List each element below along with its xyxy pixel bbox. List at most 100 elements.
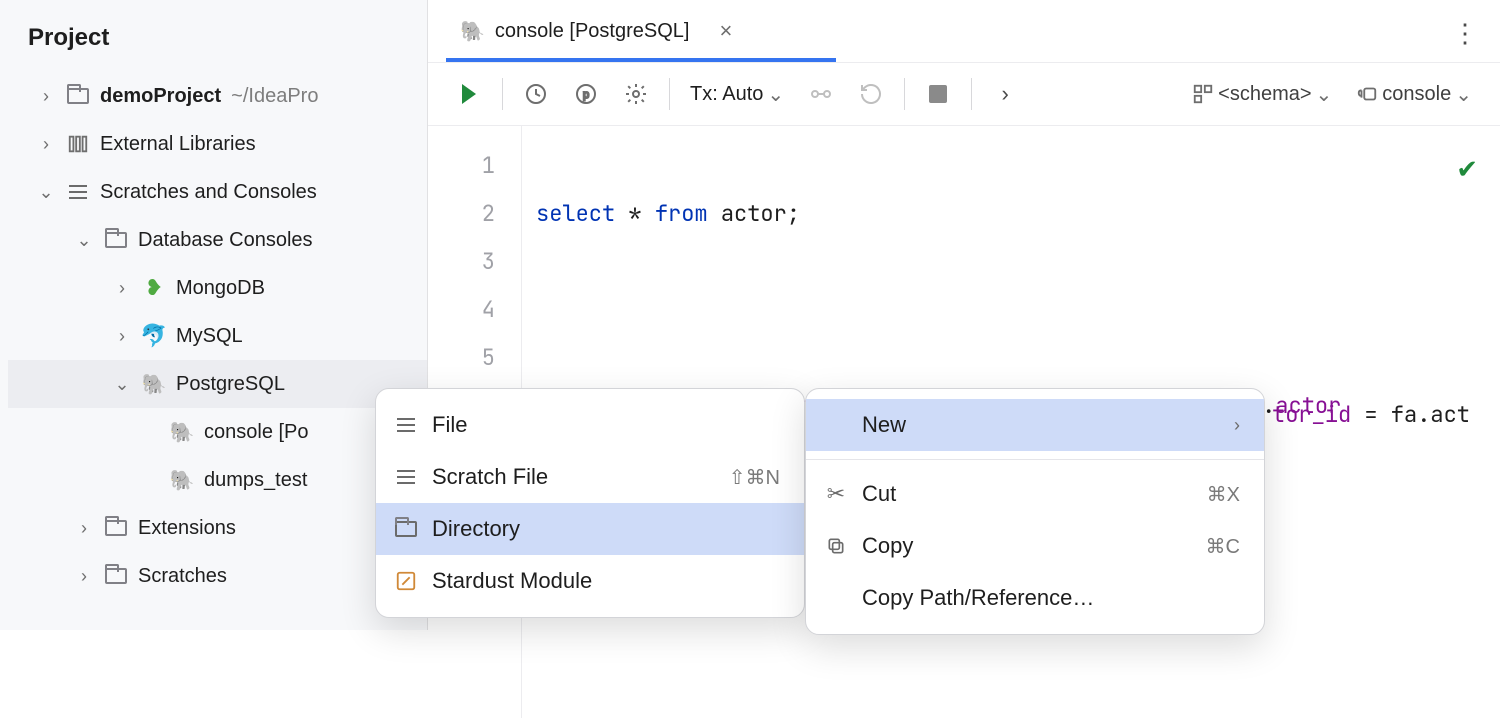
menu-directory[interactable]: Directory	[376, 503, 804, 555]
file-lines-icon	[392, 418, 420, 432]
menu-label: Cut	[862, 481, 896, 507]
schema-label: <schema>	[1218, 83, 1311, 106]
more-vertical-icon[interactable]: ⋮	[1452, 18, 1478, 49]
tree-label: MongoDB	[176, 277, 265, 300]
shortcut: ⌘C	[1166, 534, 1240, 559]
tree-postgresql[interactable]: ⌄ 🐘 PostgreSQL	[8, 360, 427, 408]
chevron-down-icon[interactable]: ⌄	[108, 374, 136, 395]
session-chooser[interactable]: console ⌄	[1346, 82, 1482, 107]
run-button[interactable]	[446, 71, 492, 117]
tree-extensions[interactable]: › Extensions	[8, 504, 427, 552]
tree-scratches-folder[interactable]: › Scratches	[8, 552, 427, 600]
project-tool-window: Project › demoProject ~/IdeaPro › Extern…	[0, 0, 428, 630]
module-icon	[64, 82, 92, 110]
shortcut: ⌘X	[1167, 482, 1240, 507]
console-toolbar: p Tx: Auto ⌄ › <schema> ⌄ con	[428, 62, 1500, 126]
tree-label: Database Consoles	[138, 229, 313, 252]
postgresql-icon: 🐘	[140, 370, 168, 398]
tree-label: MySQL	[176, 325, 243, 348]
history-icon[interactable]	[513, 71, 559, 117]
tree-label: Scratches	[138, 565, 227, 588]
project-path: ~/IdeaPro	[231, 85, 318, 108]
chevron-right-icon[interactable]: ›	[32, 134, 60, 155]
chevron-right-icon[interactable]: ›	[32, 86, 60, 107]
menu-copy[interactable]: Copy ⌘C	[806, 520, 1264, 572]
separator	[971, 78, 972, 110]
menu-new-file[interactable]: File	[376, 399, 804, 451]
tree-label: Scratches and Consoles	[100, 181, 317, 204]
shortcut: ⇧⌘N	[689, 465, 780, 490]
project-tree: › demoProject ~/IdeaPro › External Libra…	[0, 72, 427, 600]
tree-mysql[interactable]: › 🐬 MySQL	[8, 312, 427, 360]
menu-label: Copy Path/Reference…	[862, 585, 1094, 611]
context-menu: New › ✂ Cut ⌘X Copy ⌘C Copy Path/Referen…	[805, 388, 1265, 635]
editor-tab-console[interactable]: 🐘 console [PostgreSQL] ×	[446, 1, 746, 61]
schema-chooser[interactable]: <schema> ⌄	[1182, 82, 1342, 107]
rollback-icon[interactable]	[848, 71, 894, 117]
mongodb-icon: ❥	[140, 274, 168, 302]
close-icon[interactable]: ×	[719, 18, 732, 44]
chevron-down-icon[interactable]: ⌄	[70, 230, 98, 251]
tree-db-consoles[interactable]: ⌄ Database Consoles	[8, 216, 427, 264]
session-label: console	[1382, 83, 1451, 106]
folder-icon	[102, 562, 130, 590]
tx-mode-dropdown[interactable]: Tx: Auto ⌄	[680, 82, 794, 107]
folder-icon	[102, 514, 130, 542]
folder-icon	[392, 521, 420, 537]
copy-icon	[822, 536, 850, 556]
module-edit-icon	[392, 570, 420, 592]
menu-scratch-file[interactable]: Scratch File ⇧⌘N	[376, 451, 804, 503]
project-title: Project	[0, 0, 427, 72]
chevron-down-icon: ⌄	[1455, 82, 1472, 107]
menu-label: File	[432, 412, 467, 438]
postgresql-icon: 🐘	[168, 418, 196, 446]
postgresql-icon: 🐘	[460, 19, 485, 44]
menu-separator	[806, 459, 1264, 460]
chevron-down-icon: ⌄	[767, 82, 784, 107]
chevron-right-icon[interactable]: ›	[108, 278, 136, 299]
tree-project-root[interactable]: › demoProject ~/IdeaPro	[8, 72, 427, 120]
editor-tabs: 🐘 console [PostgreSQL] × ⋮	[428, 0, 1500, 62]
line-number: 3	[428, 238, 495, 286]
menu-label: Stardust Module	[432, 568, 592, 594]
tree-label: console [Po	[204, 421, 309, 444]
tree-label: PostgreSQL	[176, 373, 285, 396]
menu-label: New	[862, 412, 906, 438]
separator	[669, 78, 670, 110]
tree-label: Extensions	[138, 517, 236, 540]
line-number: 4	[428, 286, 495, 334]
chevron-right-icon[interactable]: ›	[108, 326, 136, 347]
tree-dumps-file[interactable]: 🐘 dumps_test	[8, 456, 427, 504]
project-name: demoProject	[100, 85, 221, 108]
active-tab-indicator	[446, 58, 836, 62]
overflow-chevron-icon[interactable]: ›	[982, 71, 1028, 117]
chevron-right-icon[interactable]: ›	[70, 566, 98, 587]
line-number: 1	[428, 142, 495, 190]
menu-copy-path[interactable]: Copy Path/Reference…	[806, 572, 1264, 624]
stop-button[interactable]	[915, 71, 961, 117]
chevron-down-icon[interactable]: ⌄	[32, 182, 60, 203]
commit-icon[interactable]	[798, 71, 844, 117]
line-number: 5	[428, 334, 495, 382]
scratches-icon	[64, 178, 92, 206]
separator	[502, 78, 503, 110]
tree-external-libraries[interactable]: › External Libraries	[8, 120, 427, 168]
line-number: 2	[428, 190, 495, 238]
explain-plan-icon[interactable]: p	[563, 71, 609, 117]
chevron-right-icon[interactable]: ›	[70, 518, 98, 539]
menu-cut[interactable]: ✂ Cut ⌘X	[806, 468, 1264, 520]
menu-stardust-module[interactable]: Stardust Module	[376, 555, 804, 607]
separator	[904, 78, 905, 110]
postgresql-icon: 🐘	[168, 466, 196, 494]
cut-icon: ✂	[822, 481, 850, 507]
tree-mongodb[interactable]: › ❥ MongoDB	[8, 264, 427, 312]
tree-console-file[interactable]: 🐘 console [Po	[8, 408, 427, 456]
chevron-right-icon: ›	[1234, 415, 1240, 436]
settings-icon[interactable]	[613, 71, 659, 117]
inspection-ok-icon[interactable]: ✔	[1456, 154, 1478, 185]
scratch-file-icon	[392, 470, 420, 484]
chevron-down-icon: ⌄	[1316, 82, 1333, 107]
tab-label: console [PostgreSQL]	[495, 20, 690, 43]
tree-scratches-root[interactable]: ⌄ Scratches and Consoles	[8, 168, 427, 216]
menu-new[interactable]: New ›	[806, 399, 1264, 451]
